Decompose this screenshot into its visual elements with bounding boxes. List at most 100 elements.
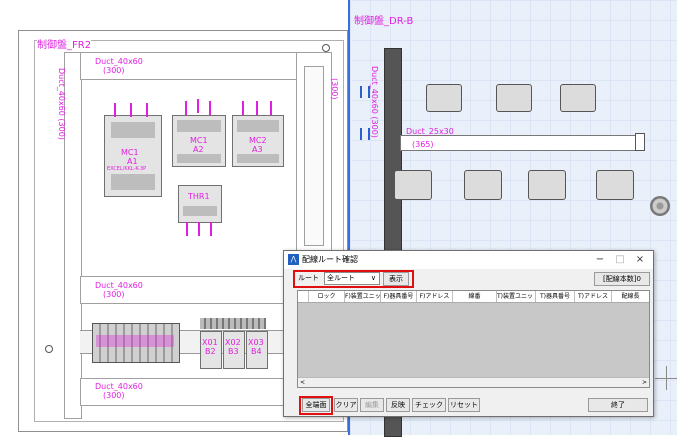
- x01-label: X01: [202, 338, 218, 347]
- component-3d-row2-2[interactable]: [464, 170, 502, 200]
- check-button[interactable]: チェック: [412, 398, 446, 412]
- mc1-desc: EXCEL/KKL-K-3P: [107, 166, 147, 172]
- duct-right-horizontal-label: Duct_25x30: [406, 127, 454, 136]
- component-3d-top-3[interactable]: [560, 84, 596, 112]
- close-window-button[interactable]: ×: [632, 253, 648, 266]
- col-header[interactable]: T)アドレス: [575, 291, 612, 302]
- component-3d-row2-1[interactable]: [394, 170, 432, 200]
- component-3d-top-2[interactable]: [496, 84, 532, 112]
- mc2-label: MC2: [249, 136, 267, 145]
- wire-pin: [185, 101, 187, 115]
- wire-pin: [197, 99, 199, 113]
- component-3d-row2-3[interactable]: [528, 170, 566, 200]
- panel-right-title: 制御盤_DR-B: [354, 16, 414, 27]
- x03-label: X03: [248, 338, 264, 347]
- terminal-block: [111, 122, 155, 138]
- col-header[interactable]: 配線長: [612, 291, 649, 302]
- duct-right-horizontal[interactable]: [400, 135, 638, 151]
- app-icon: ⋀: [288, 254, 299, 265]
- col-header[interactable]: F)器具番号: [381, 291, 417, 302]
- terminal-block: [237, 120, 279, 132]
- row-indicator-col: [298, 291, 309, 302]
- thr1-label: THR1: [188, 192, 210, 201]
- relay-x02[interactable]: X02 B3: [223, 331, 245, 369]
- component-mc2-a3[interactable]: MC2 A3: [232, 115, 284, 167]
- reflect-button[interactable]: 反映: [386, 398, 410, 412]
- wire-pin: [242, 101, 244, 115]
- duct-vertical-left-label: Duct_40x60 (300): [57, 68, 66, 140]
- terminal-block: [111, 174, 155, 190]
- mc1-label: MC1: [121, 148, 139, 157]
- component-3d-top-1[interactable]: [426, 84, 462, 112]
- round-fitting[interactable]: [650, 196, 670, 216]
- x02-label: X02: [225, 338, 241, 347]
- close-button[interactable]: 終了: [588, 398, 648, 412]
- col-header[interactable]: T)装置ユニット: [497, 291, 536, 302]
- relay-x03[interactable]: X03 B4: [246, 331, 268, 369]
- x02-sub-label: B3: [228, 347, 239, 356]
- component-thr1[interactable]: THR1: [178, 185, 222, 223]
- component-mc1-a1[interactable]: MC1 A1 EXCEL/KKL-K-3P: [104, 115, 162, 197]
- relay-x01[interactable]: X01 B2: [200, 331, 222, 369]
- x03-sub-label: B4: [251, 347, 262, 356]
- duct-bottom-length: (300): [103, 391, 125, 400]
- scroll-left-icon[interactable]: <: [300, 378, 305, 387]
- col-header[interactable]: 線番: [453, 291, 497, 302]
- terminal-block: [183, 206, 217, 216]
- scroll-right-icon[interactable]: >: [642, 378, 647, 387]
- wire-pin: [210, 222, 212, 236]
- right-side-label: (300): [330, 78, 339, 100]
- mc2-sub-label: A3: [252, 145, 263, 154]
- col-header[interactable]: F)装置ユニット: [345, 291, 381, 302]
- col-header[interactable]: ロック: [309, 291, 345, 302]
- hinge-bottom: [45, 345, 53, 353]
- show-button[interactable]: 表示: [383, 272, 409, 286]
- edit-button[interactable]: 編集: [360, 398, 384, 412]
- duct-top-length: (300): [103, 66, 125, 75]
- component-3d-row2-4[interactable]: [596, 170, 634, 200]
- mc1-sub-label: A1: [127, 157, 138, 166]
- duct-vertical-right-slot: [304, 66, 324, 246]
- mc1b-sub-label: A2: [193, 145, 204, 154]
- wire-pin: [198, 222, 200, 236]
- minimize-button[interactable]: −: [592, 253, 608, 266]
- crosshair-v: [666, 366, 667, 390]
- duct-right-vertical-label: Duct_40x60 (300): [370, 66, 379, 138]
- duct-right-horizontal-length: (365): [412, 140, 434, 149]
- route-label: ルート: [298, 274, 319, 282]
- hinge-top: [322, 44, 330, 52]
- duct-middle-length: (300): [103, 290, 125, 299]
- wire-pin: [114, 103, 116, 117]
- chevron-down-icon: ∨: [370, 274, 376, 282]
- wire-pin: [146, 103, 148, 117]
- component-mc1-a2[interactable]: MC1 A2: [172, 115, 226, 167]
- wire-count-button[interactable]: [配線本数]0: [594, 272, 650, 286]
- maximize-button[interactable]: □: [612, 253, 628, 266]
- panel-left-title: 制御盤_FR2: [37, 36, 92, 51]
- duct-vertical-left[interactable]: [64, 52, 82, 419]
- route-table[interactable]: ロック F)装置ユニット F)器具番号 F)アドレス 線番 T)装置ユニット T…: [297, 290, 650, 388]
- wire-pin: [270, 101, 272, 115]
- reset-button[interactable]: リセット: [448, 398, 480, 412]
- col-header[interactable]: F)アドレス: [417, 291, 453, 302]
- duct-top-label: Duct_40x60: [95, 57, 143, 66]
- route-select[interactable]: 全ルート ∨: [324, 272, 380, 285]
- show-all-button[interactable]: 全端面: [302, 398, 330, 412]
- horizontal-scrollbar[interactable]: < >: [298, 377, 649, 387]
- wire-pin: [209, 101, 211, 115]
- wire-pin: [130, 103, 132, 117]
- table-header: ロック F)装置ユニット F)器具番号 F)アドレス 線番 T)装置ユニット T…: [298, 291, 649, 303]
- wire-pin: [186, 222, 188, 236]
- wiring-route-dialog[interactable]: ⋀ 配線ルート確認 − □ × ルート 全ルート ∨ 表示 [配線本数]0 ロッ…: [283, 250, 654, 417]
- wire-pin: [256, 101, 258, 115]
- dialog-title: 配線ルート確認: [302, 255, 358, 264]
- dialog-titlebar[interactable]: ⋀ 配線ルート確認 − □ ×: [284, 251, 653, 269]
- terminal-strip-highlight: [96, 335, 174, 347]
- clear-button[interactable]: クリア: [334, 398, 358, 412]
- mc1b-label: MC1: [190, 136, 208, 145]
- duct-bottom-label: Duct_40x60: [95, 382, 143, 391]
- col-header[interactable]: T)器具番号: [536, 291, 575, 302]
- duct-right-end-cap: [635, 133, 645, 151]
- relay-top-terminals: [200, 318, 266, 329]
- duct-middle-label: Duct_40x60: [95, 281, 143, 290]
